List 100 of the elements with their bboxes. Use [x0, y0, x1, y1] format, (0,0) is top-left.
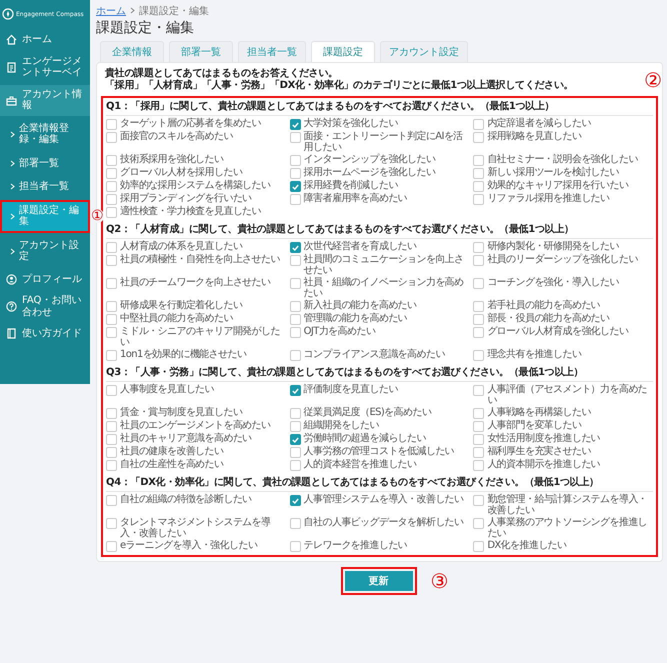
checkbox[interactable] [106, 278, 117, 289]
sidebar-item[interactable]: 使い方ガイド [0, 324, 90, 344]
checkbox[interactable] [290, 301, 301, 312]
checkbox[interactable] [106, 518, 117, 529]
checkbox[interactable] [473, 421, 484, 432]
checkbox[interactable] [106, 242, 117, 253]
option-label: OJT力を高めたい [304, 326, 376, 337]
checkbox[interactable] [290, 385, 301, 396]
checkbox[interactable] [290, 242, 301, 253]
checkbox[interactable] [290, 408, 301, 419]
option-label: 人材育成の体系を見直したい [120, 241, 242, 252]
checkbox[interactable] [290, 314, 301, 325]
checkbox[interactable] [473, 168, 484, 179]
checkbox[interactable] [106, 301, 117, 312]
sidebar-item[interactable]: アカウント情報 [0, 84, 90, 116]
checkbox[interactable] [290, 327, 301, 338]
checkbox[interactable] [473, 518, 484, 529]
option-label: 賃金・賞与制度を見直したい [120, 407, 242, 418]
option-label: 社員のキャリア意識を高めたい [120, 433, 252, 444]
checkmark-icon [292, 436, 299, 442]
checkbox[interactable] [290, 434, 301, 445]
breadcrumb-link[interactable]: ホーム [96, 4, 126, 18]
checkbox[interactable] [473, 301, 484, 312]
checkbox[interactable] [290, 181, 301, 192]
sidebar-item[interactable]: エンゲージメントサーベイ [0, 52, 90, 82]
checkbox[interactable] [106, 155, 117, 166]
checkbox[interactable] [106, 168, 117, 179]
submenu-item[interactable]: 担当者一覧 [0, 176, 90, 198]
sidebar-item[interactable]: プロフィール [0, 270, 90, 289]
checkbox[interactable] [106, 350, 117, 361]
checkbox[interactable] [473, 155, 484, 166]
checkbox[interactable] [106, 132, 117, 143]
checkbox[interactable] [473, 242, 484, 253]
submenu-item[interactable]: アカウント設定 [0, 234, 90, 268]
checkbox[interactable] [106, 447, 117, 458]
option-label: グローバル人材育成を強化したい [487, 326, 628, 337]
option-label: 評価制度を見直したい [304, 384, 398, 395]
checkbox[interactable] [473, 327, 484, 338]
checkbox[interactable] [473, 119, 484, 130]
checkbox[interactable] [106, 541, 117, 552]
checkbox[interactable] [290, 447, 301, 458]
checkbox[interactable] [290, 518, 301, 529]
option-label: グローバル人材を採用したい [120, 167, 242, 178]
callout-number: ③ [430, 571, 448, 591]
checkbox[interactable] [290, 155, 301, 166]
checkbox[interactable] [106, 194, 117, 205]
checkbox[interactable] [106, 255, 117, 266]
checkbox[interactable] [473, 350, 484, 361]
tab[interactable]: 企業情報 [100, 41, 164, 62]
checkbox[interactable] [290, 495, 301, 506]
checkbox[interactable] [473, 255, 484, 266]
checkbox[interactable] [106, 207, 117, 218]
submenu-item[interactable]: 部署一覧 [0, 152, 90, 174]
checkbox[interactable] [106, 408, 117, 419]
checkbox[interactable] [106, 119, 117, 130]
checkbox[interactable] [290, 255, 301, 266]
checkbox[interactable] [290, 168, 301, 179]
checkbox[interactable] [290, 132, 301, 143]
checkbox[interactable] [106, 385, 117, 396]
checkbox[interactable] [473, 460, 484, 471]
submenu-item[interactable]: 課題設定・編集 [0, 200, 90, 232]
tab[interactable]: 部署一覧 [169, 41, 233, 62]
checkbox[interactable] [290, 460, 301, 471]
checkbox[interactable] [473, 434, 484, 445]
tab[interactable]: 担当者一覧 [238, 41, 306, 62]
checkbox[interactable] [473, 447, 484, 458]
checkbox[interactable] [290, 541, 301, 552]
checkbox[interactable] [106, 314, 117, 325]
checkmark-icon [292, 244, 299, 250]
checkbox[interactable] [473, 495, 484, 506]
checkbox[interactable] [473, 385, 484, 396]
checkbox[interactable] [290, 194, 301, 205]
checkbox[interactable] [290, 278, 301, 289]
option-label: 部長・役員の能力を高めたい [487, 313, 610, 324]
update-button[interactable]: 更新 [340, 567, 417, 595]
tab[interactable]: アカウント設定 [380, 41, 468, 62]
submenu-item[interactable]: 企業情報登録・編集 [0, 118, 90, 150]
checkbox[interactable] [290, 119, 301, 130]
home-icon [6, 34, 17, 46]
checkbox[interactable] [106, 434, 117, 445]
checkbox[interactable] [473, 314, 484, 325]
checkbox[interactable] [290, 421, 301, 432]
checkbox[interactable] [473, 541, 484, 552]
checkbox[interactable] [106, 460, 117, 471]
checkbox[interactable] [473, 278, 484, 289]
sidebar-item[interactable]: FAQ・お問い合わせ [0, 291, 90, 322]
checkbox[interactable] [473, 181, 484, 192]
checkmark-icon [292, 122, 299, 128]
checkbox[interactable] [106, 181, 117, 192]
sidebar-item[interactable]: ホーム [0, 30, 90, 50]
checkbox[interactable] [473, 132, 484, 143]
tab[interactable]: 課題設定 [311, 41, 375, 62]
option-label: 採用戦略を見直したい [487, 131, 582, 142]
checkbox[interactable] [290, 350, 301, 361]
checkbox[interactable] [473, 194, 484, 205]
option-label: インターンシップを強化したい [304, 154, 436, 165]
checkbox[interactable] [473, 408, 484, 419]
checkbox[interactable] [106, 421, 117, 432]
checkbox[interactable] [106, 495, 117, 506]
checkbox[interactable] [106, 327, 117, 338]
